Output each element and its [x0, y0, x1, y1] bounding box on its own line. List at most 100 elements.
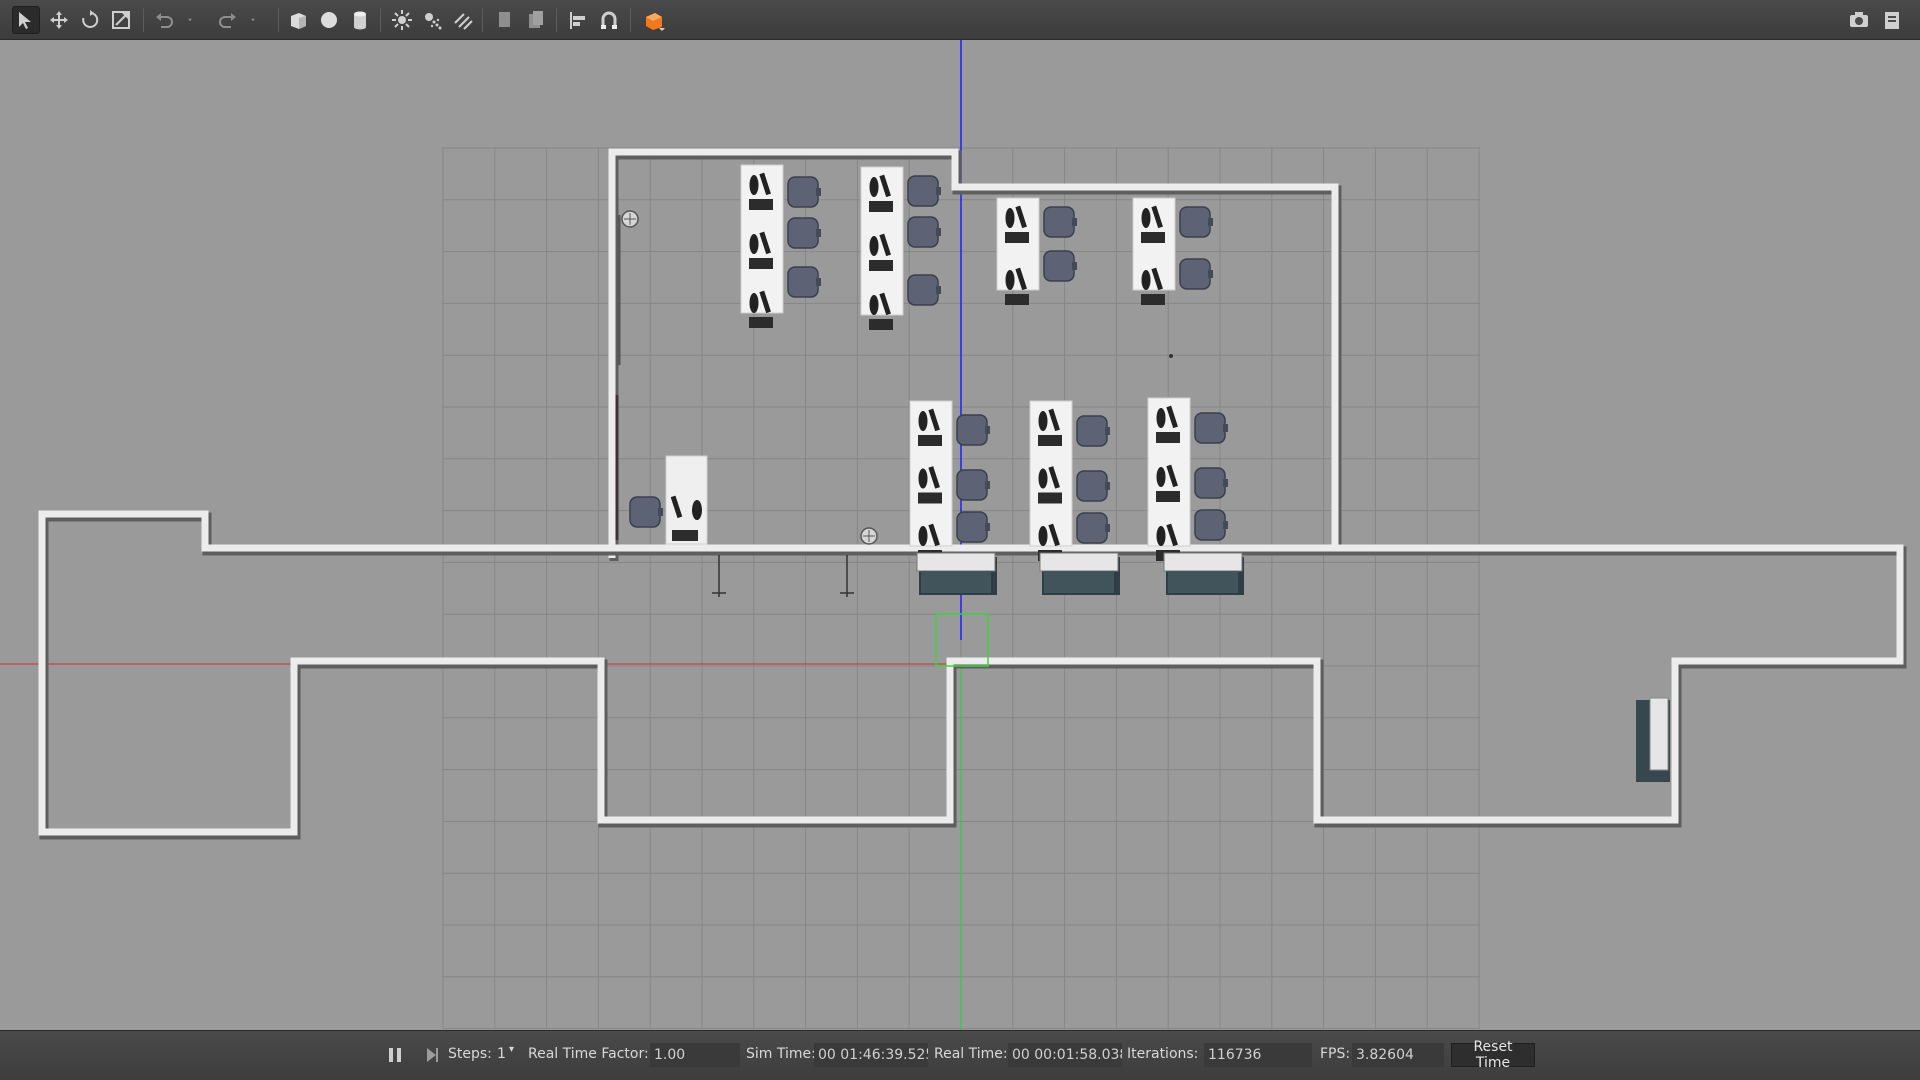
toolbar-separator — [482, 8, 483, 32]
desk-unit[interactable] — [1147, 397, 1191, 561]
keyboard-icon — [869, 260, 893, 271]
rotate-mode-icon — [82, 10, 99, 28]
keyboard-icon — [918, 435, 942, 446]
desk-phone-icon — [869, 177, 879, 197]
pause-button[interactable] — [381, 1041, 409, 1069]
undo-icon — [156, 13, 173, 28]
world-scene[interactable] — [0, 40, 1920, 1030]
keyboard-icon — [1141, 294, 1165, 305]
3d-viewport[interactable] — [0, 40, 1920, 1030]
scale-mode-button[interactable] — [107, 6, 135, 34]
redo-button[interactable] — [214, 6, 242, 34]
point-light-button[interactable] — [388, 6, 416, 34]
keyboard-icon — [1038, 435, 1062, 446]
directional-light-icon — [454, 13, 473, 30]
keyboard-icon — [1156, 491, 1180, 502]
office-chair[interactable] — [1179, 206, 1213, 238]
rtf-field: 1.00 — [650, 1043, 740, 1067]
desk-unit[interactable] — [740, 164, 784, 328]
select-mode-button[interactable] — [12, 6, 40, 34]
desk-phone-icon — [749, 234, 759, 254]
undo-history-dropdown-button[interactable] — [183, 6, 197, 34]
desk-phone-icon — [1038, 468, 1048, 489]
sphere-shape-button[interactable] — [315, 6, 343, 34]
redo-history-dropdown-button[interactable] — [246, 6, 260, 34]
iterations-label: Iterations: — [1127, 1046, 1199, 1062]
desk-unit[interactable] — [1029, 400, 1073, 561]
office-chair[interactable] — [787, 217, 821, 249]
directional-light-button[interactable] — [449, 6, 477, 34]
desk-unit[interactable] — [860, 166, 904, 330]
iterations-field: 116736 — [1204, 1043, 1312, 1067]
office-chair[interactable] — [956, 511, 990, 543]
desk-phone-icon — [869, 236, 879, 256]
office-chair[interactable] — [1043, 206, 1077, 238]
real-time-label: Real Time: — [934, 1046, 1008, 1062]
desk-phone-icon — [918, 468, 928, 489]
keyboard-icon — [1038, 492, 1062, 504]
office-chair[interactable] — [787, 176, 821, 208]
box-shape-button[interactable] — [284, 6, 312, 34]
steps-dropdown-icon[interactable]: ▾ — [509, 1044, 514, 1055]
office-chair[interactable] — [1194, 412, 1228, 444]
keyboard-icon — [869, 319, 893, 330]
desk-phone-icon — [1005, 270, 1015, 290]
desk-phone-icon — [1005, 208, 1015, 228]
undo-button[interactable] — [150, 6, 178, 34]
office-chair[interactable] — [1194, 467, 1228, 499]
keyboard-icon — [1141, 232, 1165, 243]
office-chair[interactable] — [1076, 512, 1110, 544]
desk-unit[interactable] — [1132, 197, 1176, 305]
copy-button[interactable] — [491, 6, 519, 34]
office-chair[interactable] — [907, 216, 941, 248]
keyboard-icon — [672, 530, 698, 541]
cylinder-shape-icon — [354, 11, 366, 30]
rotate-mode-button[interactable] — [76, 6, 104, 34]
view-angle-button[interactable] — [637, 6, 671, 34]
screenshot-button[interactable] — [1845, 6, 1873, 34]
translate-mode-button[interactable] — [45, 6, 73, 34]
office-chair[interactable] — [907, 175, 941, 207]
office-chair[interactable] — [629, 496, 663, 528]
cabinet[interactable] — [1039, 552, 1120, 595]
office-chair[interactable] — [1194, 509, 1228, 541]
snap-button[interactable] — [595, 6, 623, 34]
office-chair[interactable] — [787, 266, 821, 298]
step-button[interactable] — [418, 1041, 446, 1069]
align-button[interactable] — [564, 6, 592, 34]
record-log-icon — [1885, 12, 1899, 29]
reset-time-button[interactable]: Reset Time — [1451, 1039, 1535, 1071]
spot-light-button[interactable] — [418, 6, 446, 34]
cylinder-shape-button[interactable] — [346, 6, 374, 34]
office-chair[interactable] — [1076, 415, 1110, 447]
sim-time-field: 00 01:46:39.525 — [814, 1043, 928, 1067]
steps-value[interactable]: 1 — [497, 1046, 506, 1062]
office-chair[interactable] — [956, 469, 990, 501]
desk-phone-icon — [1141, 270, 1151, 290]
toolbar-separator — [143, 8, 144, 32]
cabinet[interactable] — [1163, 552, 1244, 595]
office-chair[interactable] — [907, 274, 941, 306]
translate-mode-icon — [50, 11, 68, 29]
real-time-field: 00 00:01:58.038 — [1008, 1043, 1122, 1067]
office-chair[interactable] — [1043, 250, 1077, 282]
keyboard-icon — [918, 492, 942, 504]
keyboard-icon — [749, 199, 773, 210]
office-furniture[interactable] — [621, 164, 1670, 782]
desk-unit[interactable] — [909, 400, 953, 561]
undo-history-dropdown-icon — [188, 18, 192, 22]
desk-phone-icon — [1141, 208, 1151, 228]
redo-icon — [219, 13, 236, 28]
desk-phone-icon — [918, 411, 928, 431]
office-chair[interactable] — [956, 414, 990, 446]
paste-button[interactable] — [522, 6, 550, 34]
cabinet[interactable] — [916, 552, 997, 595]
toolbar-separator — [278, 8, 279, 32]
record-log-button[interactable] — [1878, 6, 1906, 34]
office-chair[interactable] — [1179, 258, 1213, 290]
office-chair[interactable] — [1076, 470, 1110, 502]
desk-phone-icon — [1156, 526, 1166, 546]
sphere-shape-icon — [321, 12, 337, 28]
desk-phone-icon — [1156, 408, 1166, 428]
desk-unit[interactable] — [996, 197, 1040, 305]
